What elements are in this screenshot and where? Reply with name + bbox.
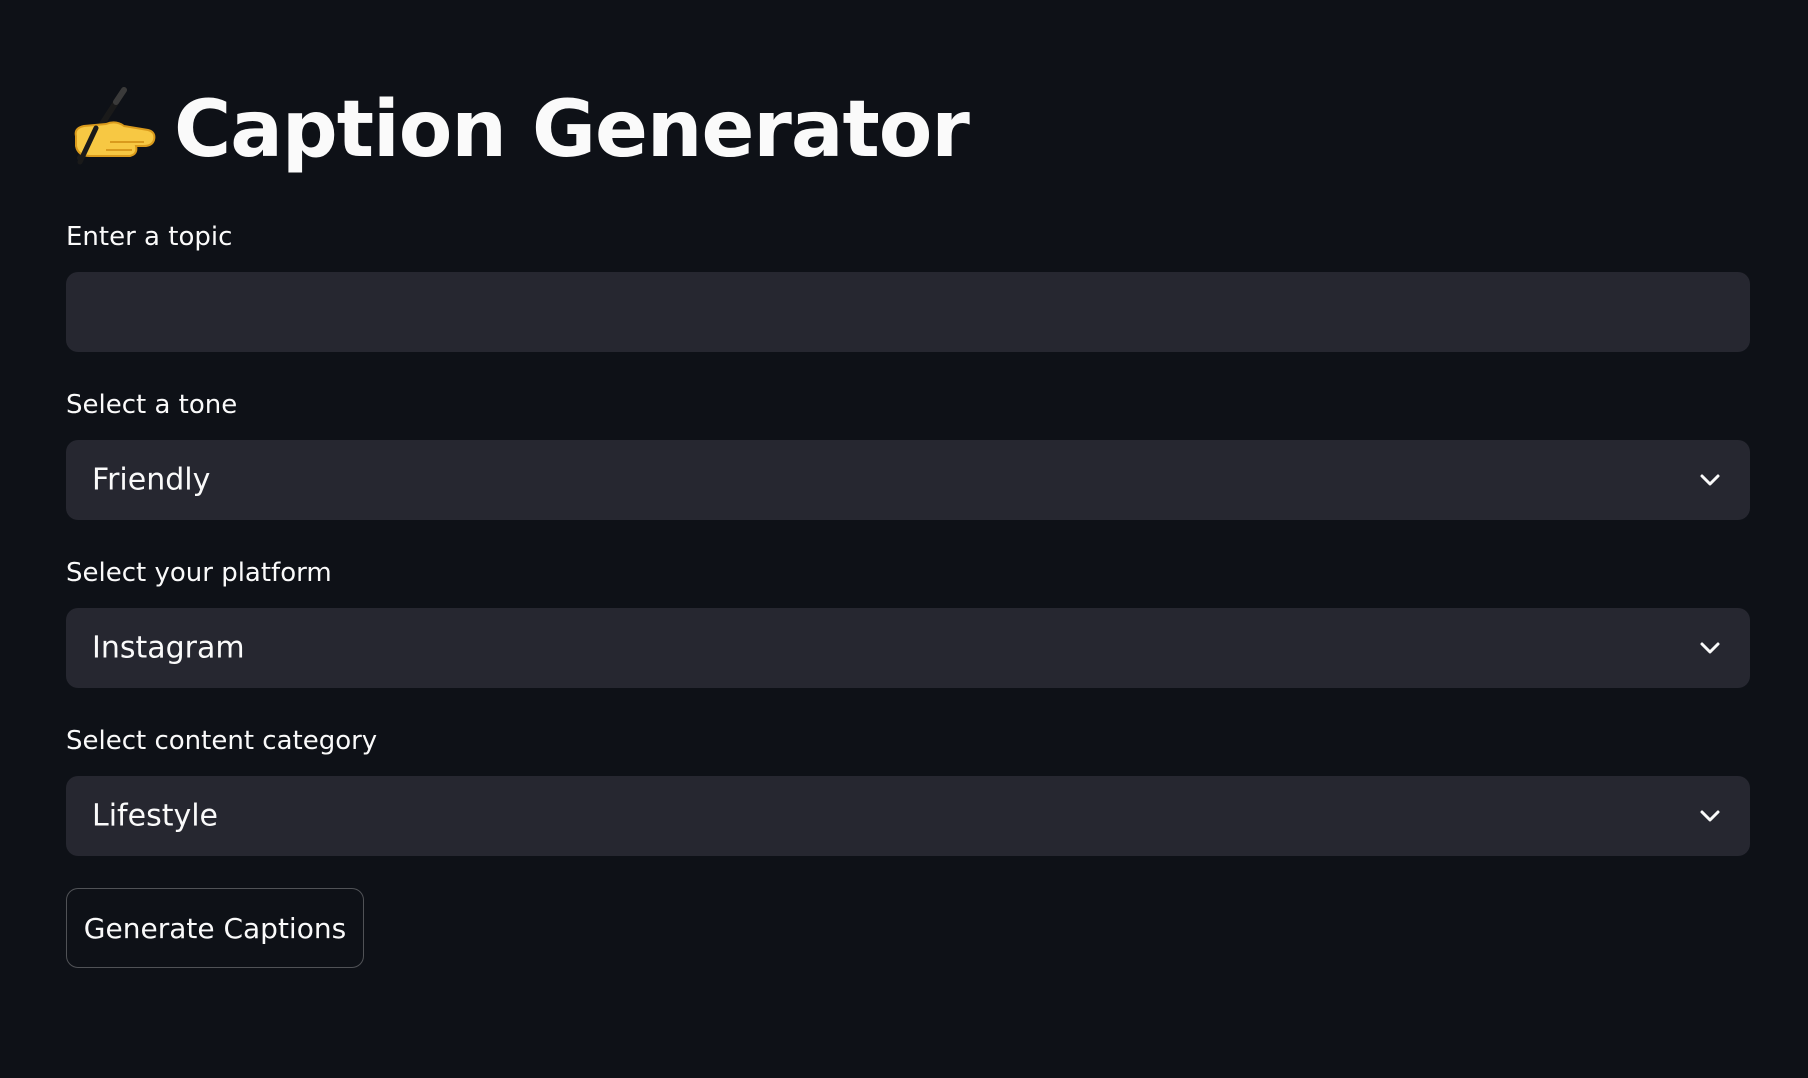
category-select[interactable]: Lifestyle (66, 776, 1750, 856)
category-label: Select content category (66, 726, 378, 756)
page-title-text: Caption Generator (174, 85, 970, 175)
app-page: Caption Generator Enter a topic Select a… (0, 0, 1808, 1078)
chevron-down-icon (1700, 474, 1720, 486)
platform-select[interactable]: Instagram (66, 608, 1750, 688)
tone-select[interactable]: Friendly (66, 440, 1750, 520)
category-selected-value: Lifestyle (92, 798, 219, 834)
writing-hand-icon (66, 84, 158, 176)
platform-selected-value: Instagram (92, 630, 245, 666)
chevron-down-icon (1700, 642, 1720, 654)
topic-field[interactable] (66, 272, 1750, 352)
platform-label: Select your platform (66, 558, 332, 588)
tone-label: Select a tone (66, 390, 238, 420)
tone-selected-value: Friendly (92, 462, 211, 498)
topic-label: Enter a topic (66, 222, 233, 252)
chevron-down-icon (1700, 810, 1720, 822)
topic-input[interactable] (66, 272, 1750, 352)
page-title: Caption Generator (66, 80, 970, 180)
generate-captions-button[interactable]: Generate Captions (66, 888, 364, 968)
